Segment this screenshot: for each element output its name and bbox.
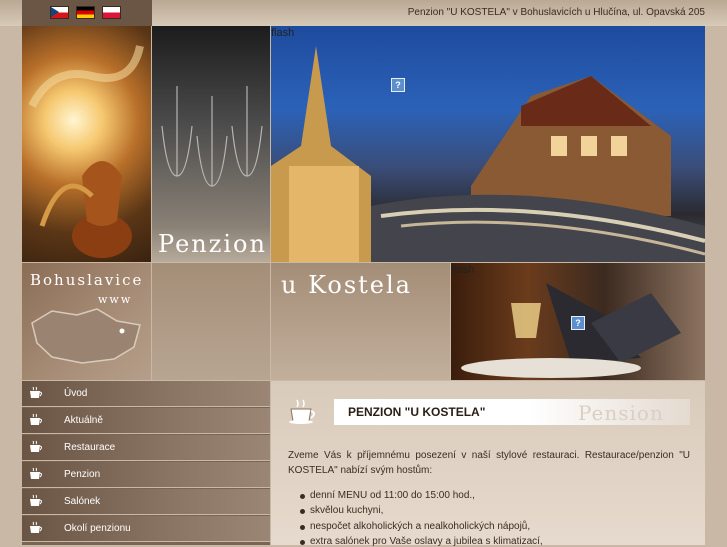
coffee-cup-icon <box>30 521 42 533</box>
menu-item-uvod[interactable]: Úvod <box>22 381 270 407</box>
page-title: PENZION "U KOSTELA" <box>348 405 486 419</box>
banner-kostela-text: u Kostela <box>281 271 412 299</box>
flash-label-2: flash <box>451 264 475 276</box>
lamp-photo <box>22 26 151 262</box>
menu-item-label: Okolí penzionu <box>64 523 131 534</box>
banner-kostela-tile: u Kostela <box>271 263 450 380</box>
church-night-photo: flash ? <box>271 26 705 262</box>
list-item: denní MENU od 11:00 do 15:00 hod., <box>300 490 475 501</box>
menu-item-label: Penzion <box>64 469 101 480</box>
main-menu: Úvod Aktuálně Restaurace Penzion Salónek… <box>22 381 270 545</box>
banner-penzion-text: Penzion <box>158 230 267 258</box>
flag-polish-icon[interactable] <box>102 6 121 19</box>
flag-german-icon[interactable] <box>76 6 95 19</box>
menu-item-label: Restaurace <box>64 442 116 453</box>
list-item: nespočet alkoholických a nealkoholických… <box>299 521 531 532</box>
coffee-cup-icon <box>30 386 42 398</box>
menu-item-restaurace[interactable]: Restaurace <box>22 435 270 461</box>
bohuslavice-map-tile: Bohuslavice www <box>22 263 151 380</box>
glasses-photo: Penzion <box>152 26 270 262</box>
menu-item-penzion[interactable]: Penzion <box>22 462 270 488</box>
restaurant-table-photo: flash ? <box>451 263 705 380</box>
list-item: extra salónek pro Vaše oslavy a jubilea … <box>300 536 543 547</box>
flash-label: flash <box>271 27 295 39</box>
banner-tile <box>152 263 270 380</box>
menu-item-label: Úvod <box>64 388 88 399</box>
flash-placeholder-icon-2: ? <box>571 316 585 330</box>
menu-item-label: Aktuálně <box>64 415 103 426</box>
coffee-cup-icon <box>30 440 42 452</box>
czech-map-icon <box>31 308 141 364</box>
coffee-cup-icon <box>289 399 315 424</box>
address-text: Penzion "U KOSTELA" v Bohuslavicích u Hl… <box>407 7 705 18</box>
menu-item-label: Salónek <box>64 496 101 507</box>
list-item: skvělou kuchyni, <box>299 505 384 516</box>
coffee-cup-icon <box>30 467 42 479</box>
flash-placeholder-icon: ? <box>391 78 405 92</box>
coffee-cup-icon <box>30 413 42 425</box>
menu-item-okoli[interactable]: Okolí penzionu <box>22 516 270 542</box>
language-switcher <box>22 0 152 26</box>
title-ghost-text: Pension <box>578 401 664 425</box>
intro-text: Zveme Vás k příjemnému posezení v naší s… <box>288 450 690 476</box>
flag-czech-icon[interactable] <box>50 6 69 19</box>
coffee-cup-icon <box>30 494 42 506</box>
menu-item-aktualne[interactable]: Aktuálně <box>22 408 270 434</box>
menu-item-salonek[interactable]: Salónek <box>22 489 270 515</box>
